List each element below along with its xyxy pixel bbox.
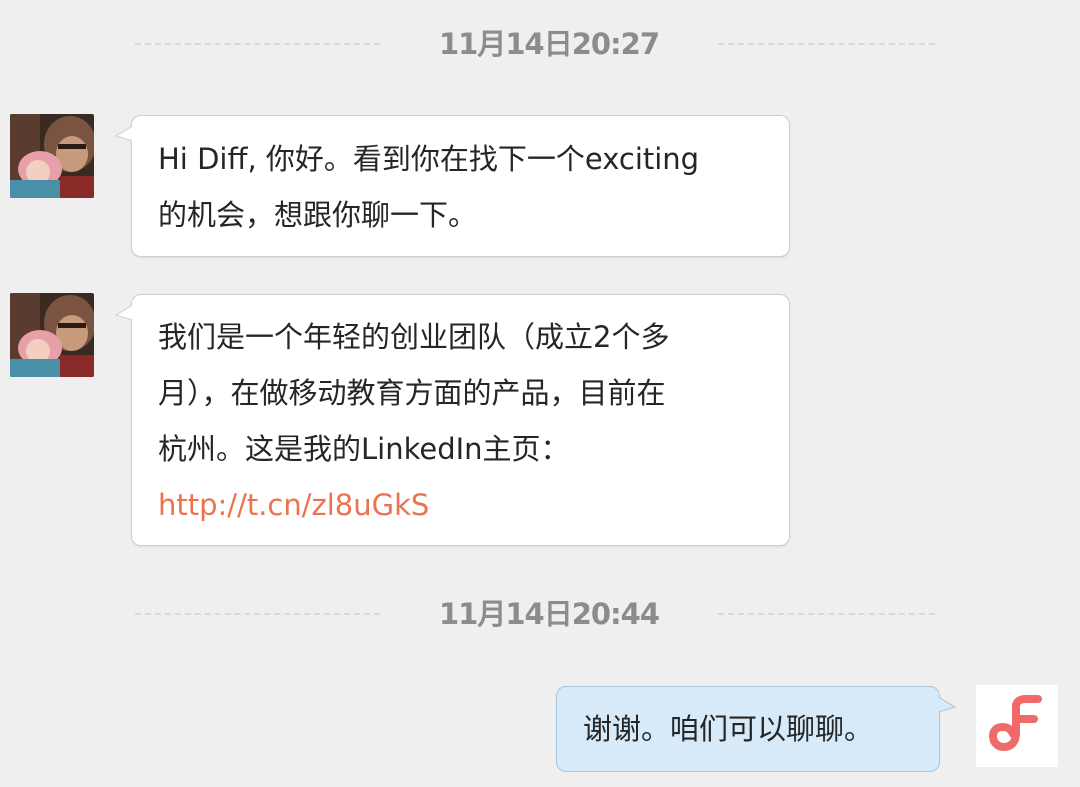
app-logo-avatar-icon [976,685,1058,767]
bubble-tail [935,693,957,715]
message-link[interactable]: http://t.cn/zl8uGkS [158,477,763,533]
message-bubble[interactable]: Hi Diff, 你好。看到你在找下一个exciting 的机会，想跟你聊一下。 [114,115,790,257]
message-bubble[interactable]: 谢谢。咱们可以聊聊。 [556,686,957,772]
message-bubble[interactable]: 我们是一个年轻的创业团队（成立2个多 月），在做移动教育方面的产品，目前在 杭州… [114,294,790,546]
message-text: 我们是一个年轻的创业团队（成立2个多 [158,320,670,354]
timestamp: 11月14日20:44 [438,597,660,631]
message-text: 谢谢。咱们可以聊聊。 [583,712,874,746]
chat-thread: 11月14日20:27 Hi Diff, 你好。看到你在找下一个exciting… [0,0,1080,787]
bubble-tail [114,301,136,323]
user-photo-avatar-icon [10,114,94,198]
sender-avatar[interactable] [10,114,94,198]
divider-line-right [718,43,935,45]
time-divider: 11月14日20:27 [0,24,1080,64]
bubble-tail [114,122,136,144]
user-photo-avatar-icon [10,293,94,377]
divider-line-left [135,613,380,615]
message-text: 杭州。这是我的LinkedIn主页： [158,432,570,466]
sender-avatar[interactable] [10,293,94,377]
message-text: 月），在做移动教育方面的产品，目前在 [158,376,666,410]
message-text: 的机会，想跟你聊一下。 [158,198,478,232]
divider-line-left [135,43,380,45]
time-divider: 11月14日20:44 [0,594,1080,634]
divider-line-right [718,613,935,615]
message-text: Hi Diff, 你好。看到你在找下一个exciting [158,142,700,176]
my-avatar[interactable] [976,685,1058,767]
timestamp: 11月14日20:27 [438,27,660,61]
